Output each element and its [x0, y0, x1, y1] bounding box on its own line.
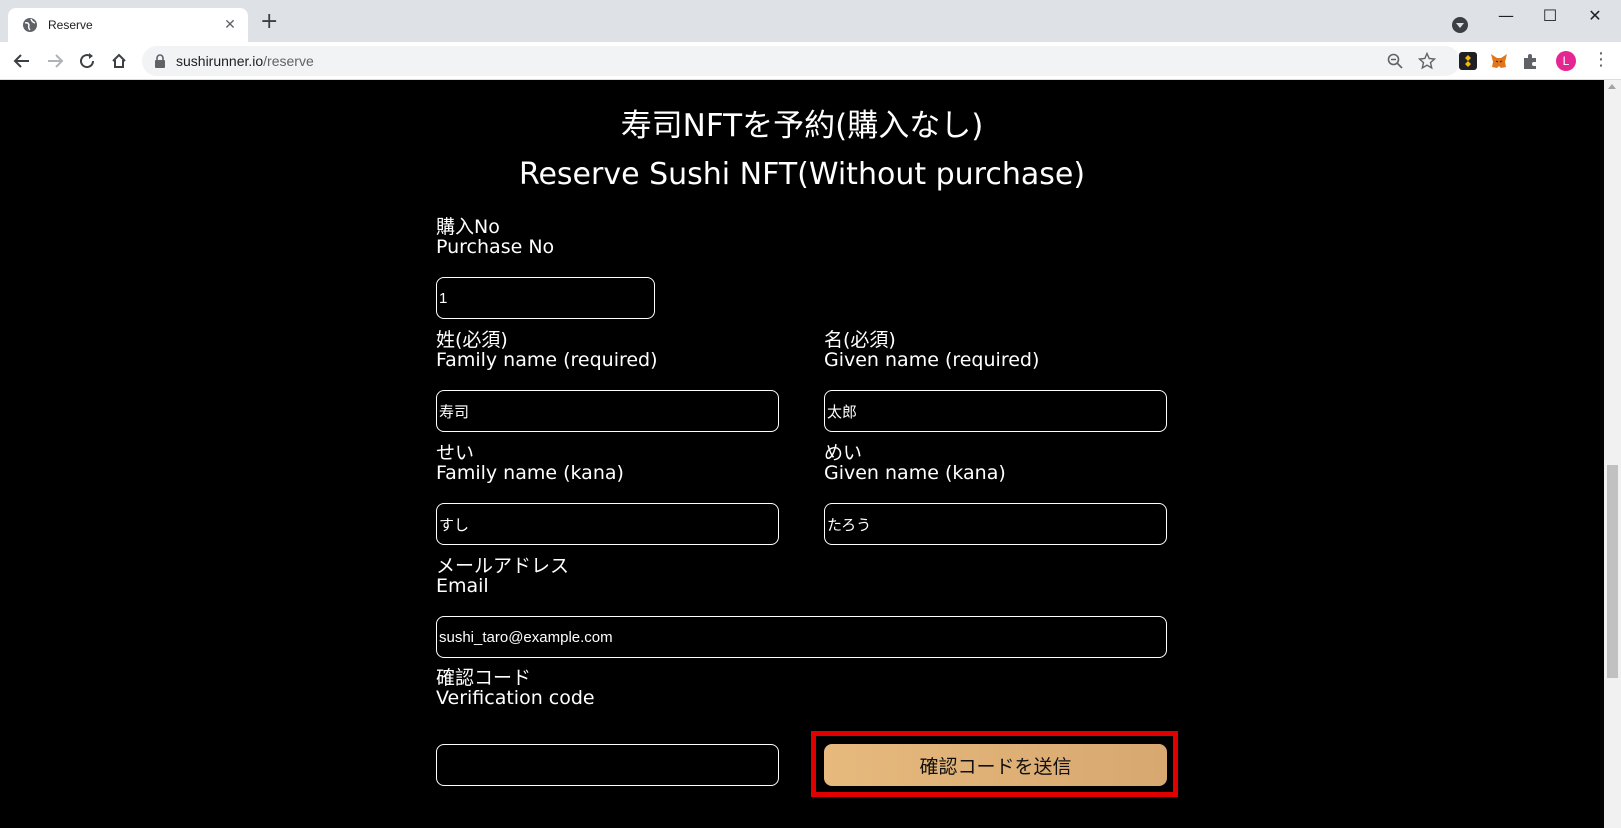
purchase-no-input[interactable]	[436, 277, 655, 319]
binance-extension-icon[interactable]	[1459, 52, 1477, 70]
purchase-no-label-en: Purchase No	[436, 236, 555, 258]
url-path: /reserve	[263, 53, 314, 69]
verification-label-en: Verification code	[436, 687, 595, 709]
minimize-icon[interactable]: —	[1483, 6, 1529, 26]
close-window-icon[interactable]: ✕	[1572, 6, 1618, 26]
verification-label-ja: 確認コード	[436, 667, 532, 689]
browser-menu-icon[interactable]: ⋮	[1592, 50, 1610, 70]
address-bar[interactable]: sushirunner.io/reserve	[142, 46, 1460, 76]
metamask-fox-icon[interactable]	[1490, 52, 1508, 70]
extensions-puzzle-icon[interactable]	[1521, 52, 1539, 70]
family-kana-label-en: Family name (kana)	[436, 462, 624, 484]
close-tab-icon[interactable]: ✕	[222, 17, 238, 33]
purchase-no-label-ja: 購入No	[436, 216, 500, 238]
verification-code-input[interactable]	[436, 744, 779, 786]
tab-strip: Reserve ✕ + — ☐ ✕	[0, 0, 1621, 42]
scrollbar[interactable]	[1604, 80, 1621, 828]
send-verification-code-button[interactable]: 確認コードを送信	[824, 744, 1167, 786]
bookmark-star-icon[interactable]	[1416, 50, 1438, 72]
family-kana-label-ja: せい	[436, 442, 475, 464]
page-title-ja: 寿司NFTを予約(購入なし)	[620, 108, 984, 144]
zoom-icon[interactable]	[1384, 50, 1406, 72]
forward-icon[interactable]	[44, 50, 66, 72]
globe-icon	[23, 18, 37, 32]
tab-search-icon[interactable]	[1452, 17, 1468, 33]
given-name-input[interactable]	[824, 390, 1167, 432]
given-kana-label-ja: めい	[824, 442, 863, 464]
family-name-label-ja: 姓(必須)	[436, 329, 508, 351]
family-kana-input[interactable]	[436, 503, 779, 545]
back-icon[interactable]	[11, 50, 33, 72]
url-host: sushirunner.io	[176, 53, 264, 69]
email-label-en: Email	[436, 575, 489, 597]
family-name-input[interactable]	[436, 390, 779, 432]
scroll-up-arrow-icon[interactable]	[1608, 84, 1616, 89]
given-kana-label-en: Given name (kana)	[824, 462, 1006, 484]
reserve-form: 寿司NFTを予約(購入なし) Reserve Sushi NFT(Without…	[0, 80, 1604, 828]
lock-icon	[155, 54, 165, 68]
browser-tab[interactable]: Reserve ✕	[8, 8, 248, 42]
scrollbar-thumb[interactable]	[1607, 465, 1618, 678]
reload-icon[interactable]	[76, 50, 98, 72]
email-input[interactable]	[436, 616, 1167, 658]
browser-toolbar: sushirunner.io/reserve L ⋮	[0, 42, 1621, 80]
maximize-icon[interactable]: ☐	[1527, 6, 1573, 26]
profile-avatar[interactable]: L	[1556, 51, 1576, 71]
home-icon[interactable]	[108, 50, 130, 72]
given-name-label-ja: 名(必須)	[824, 329, 896, 351]
url-text: sushirunner.io/reserve	[176, 53, 314, 69]
new-tab-button[interactable]: +	[260, 11, 278, 33]
email-label-ja: メールアドレス	[436, 555, 570, 577]
page-title-en: Reserve Sushi NFT(Without purchase)	[518, 157, 1086, 192]
family-name-label-en: Family name (required)	[436, 349, 658, 371]
given-name-label-en: Given name (required)	[824, 349, 1040, 371]
tab-title: Reserve	[48, 18, 93, 32]
given-kana-input[interactable]	[824, 503, 1167, 545]
